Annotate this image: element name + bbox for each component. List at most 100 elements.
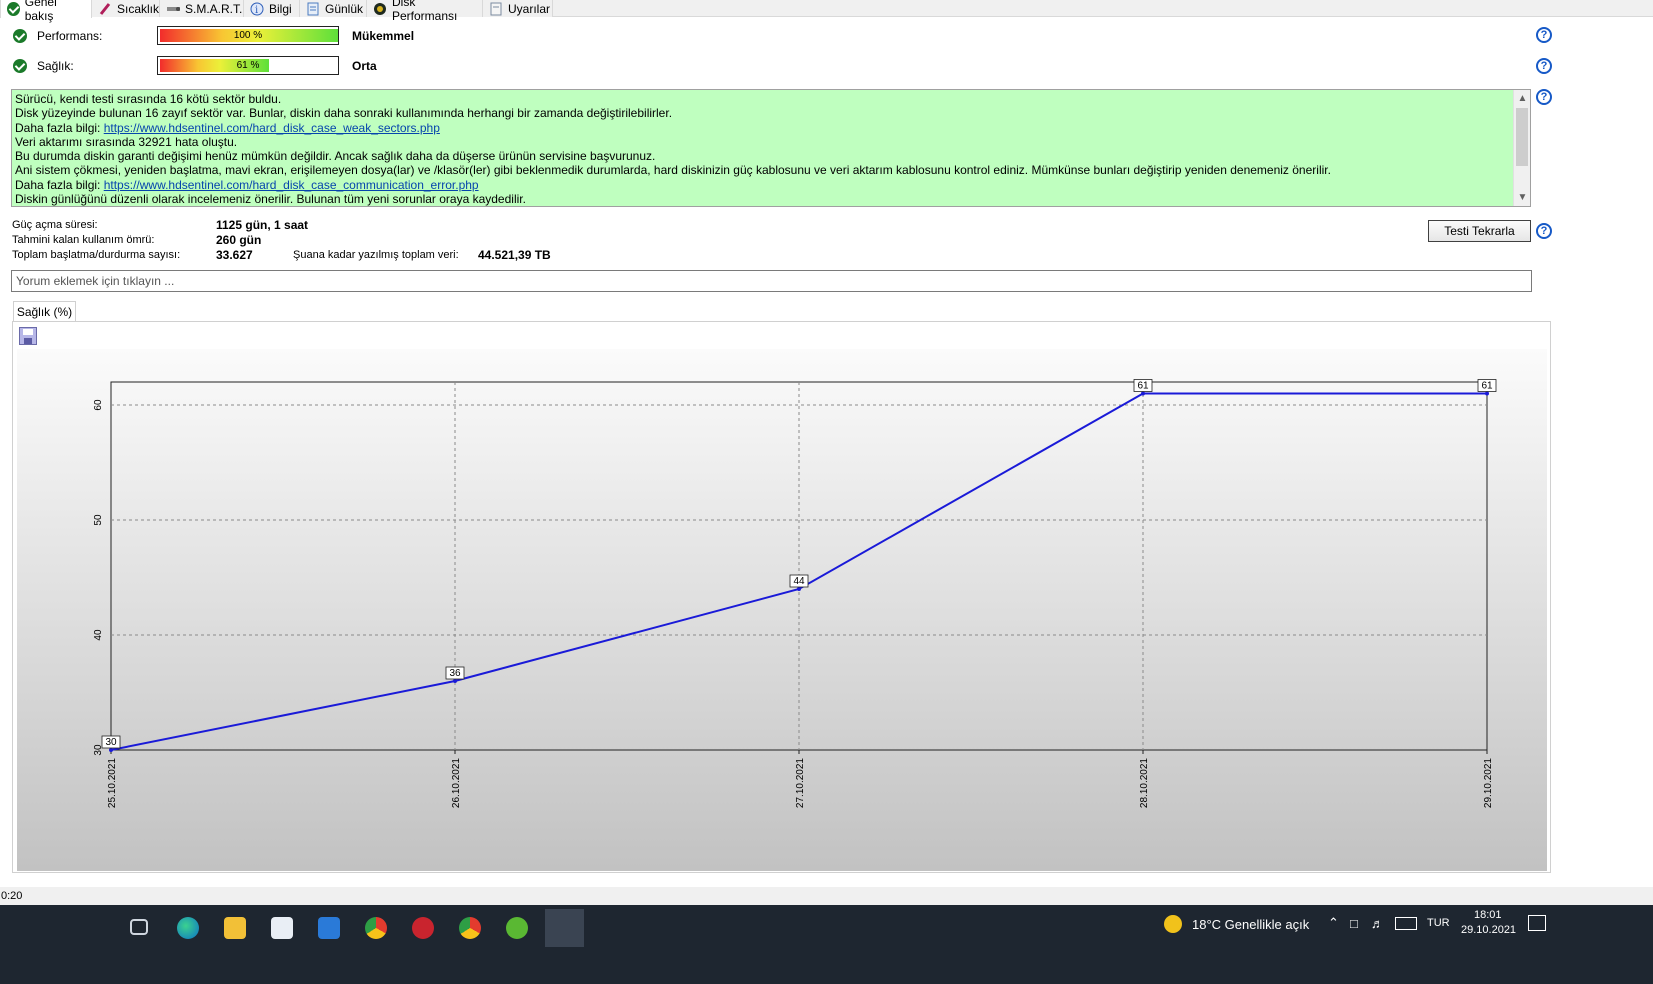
- svg-text:i: i: [255, 5, 258, 16]
- performance-bar: 100 %: [157, 26, 339, 45]
- weather-text[interactable]: 18°C Genellikle açık: [1192, 917, 1309, 932]
- save-icon[interactable]: [19, 327, 37, 345]
- chevron-up-icon[interactable]: ⌃: [1328, 915, 1339, 931]
- clock-time[interactable]: 18:01: [1474, 909, 1502, 921]
- file-explorer-icon[interactable]: [224, 917, 246, 939]
- written-value: 44.521,39 TB: [478, 248, 551, 262]
- thermometer-icon: [98, 2, 112, 16]
- speedometer-icon: [373, 2, 387, 16]
- message-line: Veri aktarımı sırasında 32921 hata oluşt…: [15, 134, 238, 149]
- x-tick-label: 29.10.2021: [1483, 758, 1494, 808]
- y-tick-label: 50: [93, 514, 104, 526]
- game-icon[interactable]: [412, 917, 434, 939]
- tab-log[interactable]: Günlük: [300, 0, 367, 17]
- written-label: Şuana kadar yazılmış toplam veri:: [293, 249, 459, 261]
- health-row: Sağlık: 61 % Orta: [13, 56, 513, 76]
- help-icon[interactable]: ?: [1536, 27, 1552, 43]
- help-icon[interactable]: ?: [1536, 223, 1552, 239]
- performance-row: Performans: 100 % Mükemmel: [13, 26, 513, 46]
- y-tick-label: 60: [93, 399, 104, 411]
- tab-info[interactable]: i Bilgi: [244, 0, 300, 17]
- help-icon[interactable]: ?: [1536, 89, 1552, 105]
- y-tick-label: 40: [93, 629, 104, 641]
- data-label: 61: [1481, 381, 1493, 392]
- message-prefix: Daha fazla bilgi:: [15, 177, 104, 192]
- data-point: [1141, 391, 1145, 396]
- health-message-box[interactable]: Sürücü, kendi testi sırasında 16 kötü se…: [11, 89, 1531, 207]
- edge-icon[interactable]: [177, 917, 199, 939]
- performance-status: Mükemmel: [352, 29, 415, 43]
- tab-label: Genel bakış: [24, 0, 57, 23]
- x-tick-label: 27.10.2021: [795, 758, 806, 808]
- health-chart-panel: 30 40 50 60 25.10.2021 26.10.2021 27.10.2021 28…: [12, 321, 1551, 873]
- alert-document-icon: [489, 2, 503, 16]
- comment-input[interactable]: Yorum eklemek için tıklayın ...: [11, 270, 1532, 292]
- performance-label: Performans:: [37, 29, 103, 43]
- health-percent: 61 %: [236, 60, 260, 71]
- mail-icon[interactable]: [318, 917, 340, 939]
- tab-temperature[interactable]: Sıcaklık: [92, 0, 160, 17]
- health-status: Orta: [352, 59, 377, 73]
- data-label: 61: [1137, 381, 1149, 392]
- tab-overview[interactable]: Genel bakış: [0, 0, 92, 23]
- data-label: 44: [793, 576, 805, 587]
- message-line: Bu durumda diskin garanti değişimi henüz…: [15, 149, 656, 164]
- tab-alerts[interactable]: Uyarılar: [483, 0, 553, 17]
- power-on-value: 1125 gün, 1 saat: [216, 218, 309, 232]
- notification-icon[interactable]: [1528, 915, 1546, 931]
- language-indicator[interactable]: TUR: [1427, 917, 1450, 929]
- clock-date[interactable]: 29.10.2021: [1461, 924, 1516, 936]
- message-line: Disk yüzeyinde bulunan 16 zayıf sektör v…: [15, 106, 673, 121]
- tab-smart[interactable]: S.M.A.R.T.: [160, 0, 244, 17]
- communication-error-link[interactable]: https://www.hdsentinel.com/hard_disk_cas…: [104, 178, 479, 192]
- check-circle-icon: [13, 59, 27, 73]
- message-prefix: Daha fazla bilgi:: [15, 120, 104, 135]
- tab-health-chart[interactable]: Sağlık (%): [13, 301, 76, 322]
- data-label: 30: [105, 737, 117, 748]
- task-view-icon[interactable]: [130, 919, 148, 935]
- data-point: [109, 748, 113, 752]
- volume-icon[interactable]: ♬: [1371, 916, 1384, 931]
- scroll-up-icon[interactable]: ▲: [1514, 90, 1530, 107]
- message-line: Sürücü, kendi testi sırasında 16 kötü se…: [15, 92, 282, 106]
- scroll-thumb[interactable]: [1516, 108, 1528, 166]
- check-circle-icon: [13, 29, 27, 43]
- help-icon[interactable]: ?: [1536, 58, 1552, 74]
- x-tick-label: 26.10.2021: [451, 758, 462, 808]
- x-tick-label: 28.10.2021: [1139, 758, 1150, 808]
- tab-label: Disk Performansı: [392, 0, 458, 23]
- health-label: Sağlık:: [37, 59, 74, 73]
- retest-button[interactable]: Testi Tekrarla: [1428, 220, 1531, 242]
- smart-icon: [166, 2, 180, 16]
- tab-label: Uyarılar: [508, 1, 551, 16]
- data-point: [453, 679, 457, 683]
- keyboard-icon[interactable]: [1395, 917, 1417, 930]
- weather-icon[interactable]: [1164, 915, 1182, 933]
- power-on-label: Güç açma süresi:: [12, 219, 98, 231]
- x-tick-label: 25.10.2021: [107, 758, 118, 808]
- startstop-value: 33.627: [216, 248, 253, 262]
- weak-sectors-link[interactable]: https://www.hdsentinel.com/hard_disk_cas…: [104, 121, 440, 135]
- tab-bar: Genel bakış Sıcaklık S.M.A.R.T. i Bilgi …: [0, 0, 1653, 23]
- message-line: Diskin günlüğünü düzenli olarak inceleme…: [15, 192, 526, 207]
- startstop-label: Toplam başlatma/durdurma sayısı:: [12, 249, 181, 261]
- status-strip: 0:20: [0, 887, 1653, 905]
- message-line: Daha fazla bilgi: https://www.hdsentinel…: [15, 121, 1512, 135]
- health-bar: 61 %: [157, 56, 339, 75]
- chrome-profile-icon[interactable]: [459, 917, 481, 939]
- message-scrollbar[interactable]: ▲ ▼: [1513, 90, 1530, 206]
- scroll-down-icon[interactable]: ▼: [1514, 189, 1530, 206]
- lifetime-value: 260 gün: [216, 233, 262, 247]
- hdsentinel-icon[interactable]: [545, 909, 584, 947]
- tab-label: Sıcaklık: [117, 1, 160, 16]
- network-icon[interactable]: □: [1350, 916, 1358, 931]
- tab-label: S.M.A.R.T.: [185, 1, 243, 16]
- data-point: [797, 587, 801, 591]
- message-line: Daha fazla bilgi: https://www.hdsentinel…: [15, 178, 1512, 192]
- lifetime-label: Tahmini kalan kullanım ömrü:: [12, 234, 155, 246]
- tab-disk-performance[interactable]: Disk Performansı: [367, 0, 483, 23]
- chrome-icon[interactable]: [365, 917, 387, 939]
- health-chart: 30 40 50 60 25.10.2021 26.10.2021 27.10.2021 28…: [17, 349, 1547, 871]
- utorrent-icon[interactable]: [506, 917, 528, 939]
- store-icon[interactable]: [271, 917, 293, 939]
